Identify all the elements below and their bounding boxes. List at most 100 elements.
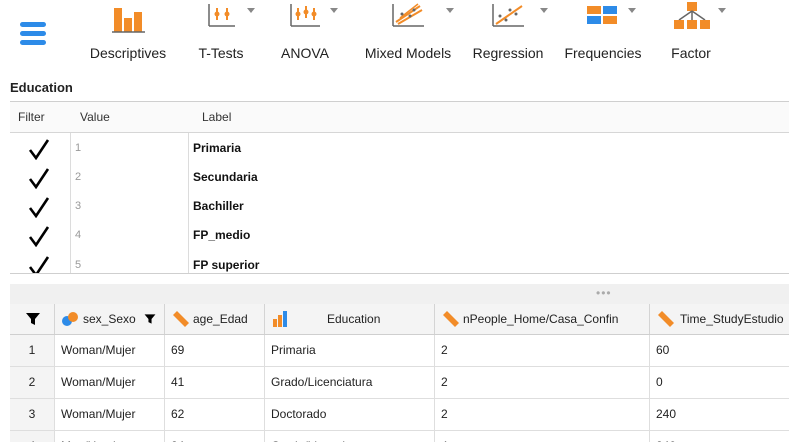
level-row[interactable]: 1 Primaria: [10, 135, 789, 164]
level-label[interactable]: FP superior: [193, 258, 259, 272]
checkmark-icon[interactable]: [28, 196, 50, 218]
column-header-time[interactable]: Time_StudyEstudio: [650, 304, 789, 334]
level-value: 4: [75, 229, 82, 241]
level-label[interactable]: Bachiller: [193, 199, 244, 213]
table-row[interactable]: 2 Woman/Mujer 41 Grado/Licenciatura 2 0: [10, 367, 789, 399]
regression-button[interactable]: Regression: [468, 0, 548, 70]
cell-sex[interactable]: Woman/Mujer: [55, 367, 165, 398]
regression-caret-icon: [540, 8, 548, 13]
factor-icon: [674, 2, 710, 29]
mixed-models-label: Mixed Models: [364, 45, 452, 61]
factor-label: Factor: [671, 45, 711, 61]
panel-splitter[interactable]: [10, 284, 789, 305]
cell-npeople[interactable]: 2: [435, 367, 650, 398]
anova-label: ANOVA: [281, 45, 329, 61]
table-row[interactable]: 1 Woman/Mujer 69 Primaria 2 60: [10, 335, 789, 367]
label-header: Label: [202, 110, 232, 124]
column-header-sex[interactable]: sex_Sexo: [55, 304, 165, 334]
menu-hamburger-icon[interactable]: [20, 22, 46, 46]
cell-time[interactable]: 0: [650, 367, 789, 398]
frequencies-label: Frequencies: [564, 45, 642, 61]
grid-header: sex_Sexo age_Edad Education nPeople_Home…: [10, 304, 789, 335]
cell-sex[interactable]: Woman/Mujer: [55, 399, 165, 430]
levels-table: Filter Value Label 1 Primaria 2 Secundar…: [10, 101, 789, 274]
cell-age[interactable]: 69: [165, 335, 265, 366]
row-number[interactable]: 2: [10, 367, 55, 398]
column-name: age_Edad: [193, 312, 248, 326]
factor-button[interactable]: Factor: [660, 0, 726, 70]
mixed-models-icon: [392, 3, 424, 27]
checkmark-icon[interactable]: [28, 225, 50, 247]
cell-age[interactable]: 24: [165, 431, 265, 442]
column-header-education[interactable]: Education: [265, 304, 435, 334]
column-name: nPeople_Home/Casa_Confin: [463, 312, 619, 326]
cell-sex[interactable]: Man/Hombre: [55, 431, 165, 442]
cell-time[interactable]: 240: [650, 431, 789, 442]
mixed-models-caret-icon: [446, 8, 454, 13]
frequencies-button[interactable]: Frequencies: [558, 0, 648, 70]
value-header: Value: [80, 110, 110, 124]
level-row[interactable]: 4 FP_medio: [10, 222, 789, 251]
cell-time[interactable]: 240: [650, 399, 789, 430]
cell-age[interactable]: 41: [165, 367, 265, 398]
column-filter-icon[interactable]: [143, 312, 157, 326]
regression-label: Regression: [472, 45, 544, 61]
t-tests-caret-icon: [247, 8, 255, 13]
cell-npeople[interactable]: 2: [435, 399, 650, 430]
anova-button[interactable]: ANOVA: [272, 0, 338, 70]
scale-icon: [443, 311, 459, 327]
splitter-grip-icon[interactable]: •••: [596, 286, 612, 300]
column-name: Time_StudyEstudio: [680, 312, 784, 326]
cell-education[interactable]: Primaria: [265, 335, 435, 366]
descriptives-label: Descriptives: [89, 45, 167, 61]
checkmark-icon[interactable]: [28, 138, 50, 160]
cell-sex[interactable]: Woman/Mujer: [55, 335, 165, 366]
level-label[interactable]: Primaria: [193, 141, 241, 155]
row-number[interactable]: 3: [10, 399, 55, 430]
column-name: Education: [327, 312, 381, 326]
factor-caret-icon: [718, 8, 726, 13]
ttest-icon: [208, 4, 235, 27]
row-number[interactable]: 1: [10, 335, 55, 366]
t-tests-label: T-Tests: [198, 45, 244, 61]
cell-education[interactable]: Doctorado: [265, 399, 435, 430]
level-value: 1: [75, 142, 82, 154]
analysis-ribbon: Descriptives T-Tests ANOVA Mixed Models …: [0, 0, 789, 77]
checkmark-icon[interactable]: [28, 167, 50, 189]
level-row[interactable]: 2 Secundaria: [10, 164, 789, 193]
frequencies-caret-icon: [628, 8, 636, 13]
level-value: 2: [75, 171, 82, 183]
filter-funnel-icon[interactable]: [24, 311, 42, 327]
level-label[interactable]: Secundaria: [193, 170, 258, 184]
checkmark-icon[interactable]: [28, 255, 50, 274]
t-tests-button[interactable]: T-Tests: [185, 0, 257, 70]
cell-education[interactable]: Grado/Licenciatura: [265, 431, 435, 442]
row-number[interactable]: 4: [10, 431, 55, 442]
scale-icon: [173, 311, 189, 327]
table-row[interactable]: 3 Woman/Mujer 62 Doctorado 2 240: [10, 399, 789, 431]
filter-header: Filter: [18, 110, 45, 124]
cell-time[interactable]: 60: [650, 335, 789, 366]
cell-education[interactable]: Grado/Licenciatura: [265, 367, 435, 398]
descriptives-button[interactable]: Descriptives: [82, 0, 174, 70]
anova-icon: [290, 4, 320, 27]
level-row[interactable]: 5 FP superior: [10, 252, 789, 274]
column-header-age[interactable]: age_Edad: [165, 304, 265, 334]
cell-npeople[interactable]: 4: [435, 431, 650, 442]
regression-icon: [492, 4, 524, 27]
mixed-models-button[interactable]: Mixed Models: [358, 0, 458, 70]
level-row[interactable]: 3 Bachiller: [10, 193, 789, 222]
column-name: sex_Sexo: [83, 312, 136, 326]
level-label[interactable]: FP_medio: [193, 228, 250, 242]
frequencies-icon: [587, 6, 617, 24]
column-header-npeople[interactable]: nPeople_Home/Casa_Confin: [435, 304, 650, 334]
cell-age[interactable]: 62: [165, 399, 265, 430]
level-value: 5: [75, 259, 82, 271]
variable-title: Education: [10, 80, 73, 95]
data-grid: sex_Sexo age_Edad Education nPeople_Home…: [10, 304, 789, 442]
filter-column-header[interactable]: [10, 304, 55, 334]
table-row[interactable]: 4 Man/Hombre 24 Grado/Licenciatura 4 240: [10, 431, 789, 442]
cell-npeople[interactable]: 2: [435, 335, 650, 366]
levels-header: Filter Value Label: [10, 102, 789, 133]
level-value: 3: [75, 200, 82, 212]
